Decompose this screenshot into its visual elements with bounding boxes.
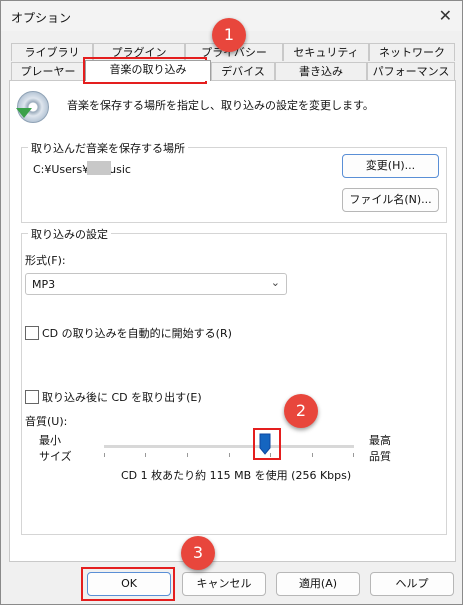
close-icon[interactable]: ✕ xyxy=(439,6,452,25)
help-button[interactable]: ヘルプ xyxy=(370,572,454,596)
save-location-label: 取り込んだ音楽を保存する場所 xyxy=(28,140,188,156)
window-title: オプション xyxy=(11,11,72,25)
cd-rip-icon xyxy=(16,91,49,123)
tab-devices[interactable]: デバイス xyxy=(211,62,275,80)
quality-info: CD 1 枚あたり約 115 MB を使用 (256 Kbps) xyxy=(121,469,352,482)
tab-performance[interactable]: パフォーマンス xyxy=(367,62,455,80)
filename-button[interactable]: ファイル名(N)... xyxy=(342,188,439,212)
step-badge-2: 2 xyxy=(284,394,318,428)
tab-player[interactable]: プレーヤー xyxy=(11,62,85,80)
slider-tick xyxy=(145,453,146,457)
eject-label: 取り込み後に CD を取り出す(E) xyxy=(42,391,202,404)
tab-library[interactable]: ライブラリ xyxy=(11,43,93,61)
step-badge-1: 1 xyxy=(212,18,246,52)
slider-tick xyxy=(353,453,354,457)
slider-tick xyxy=(312,453,313,457)
tab-rip-music[interactable]: 音楽の取り込み xyxy=(85,60,211,81)
panel-description: 音楽を保存する場所を指定し、取り込みの設定を変更します。 xyxy=(67,99,374,112)
auto-rip-checkbox[interactable] xyxy=(25,326,39,340)
quality-label: 音質(U): xyxy=(25,415,68,428)
slider-tick xyxy=(187,453,188,457)
cancel-button[interactable]: キャンセル xyxy=(182,572,266,596)
rip-settings-label: 取り込みの設定 xyxy=(28,226,111,242)
highlight-box-slider xyxy=(253,428,281,460)
tab-row-front: プレーヤー 音楽の取り込み デバイス 書き込み パフォーマンス xyxy=(11,60,455,81)
tab-security[interactable]: セキュリティ xyxy=(283,43,369,61)
save-path: C:¥Users¥ ¥Music xyxy=(33,163,131,176)
auto-rip-label: CD の取り込みを自動的に開始する(R) xyxy=(42,327,232,340)
tab-network[interactable]: ネットワーク xyxy=(369,43,455,61)
format-value: MP3 xyxy=(32,278,56,291)
tab-burn[interactable]: 書き込み xyxy=(275,62,367,80)
slider-tick xyxy=(229,453,230,457)
step-badge-3: 3 xyxy=(181,536,215,570)
redacted-username xyxy=(87,161,111,175)
options-window: オプション ✕ ライブラリ プラグイン プライバシー セキュリティ ネットワーク… xyxy=(0,0,463,605)
format-label: 形式(F): xyxy=(25,254,66,267)
eject-checkbox[interactable] xyxy=(25,390,39,404)
format-select[interactable]: MP3 ⌄ xyxy=(25,273,287,295)
chevron-down-icon: ⌄ xyxy=(270,276,280,289)
quality-max-label: 最高 品質 xyxy=(369,434,391,463)
quality-min-label: 最小 サイズ xyxy=(39,434,72,463)
highlight-box-ok xyxy=(81,567,175,601)
slider-tick xyxy=(104,453,105,457)
change-button[interactable]: 変更(H)... xyxy=(342,154,439,178)
apply-button[interactable]: 適用(A) xyxy=(276,572,360,596)
quality-slider-track[interactable] xyxy=(104,445,354,448)
